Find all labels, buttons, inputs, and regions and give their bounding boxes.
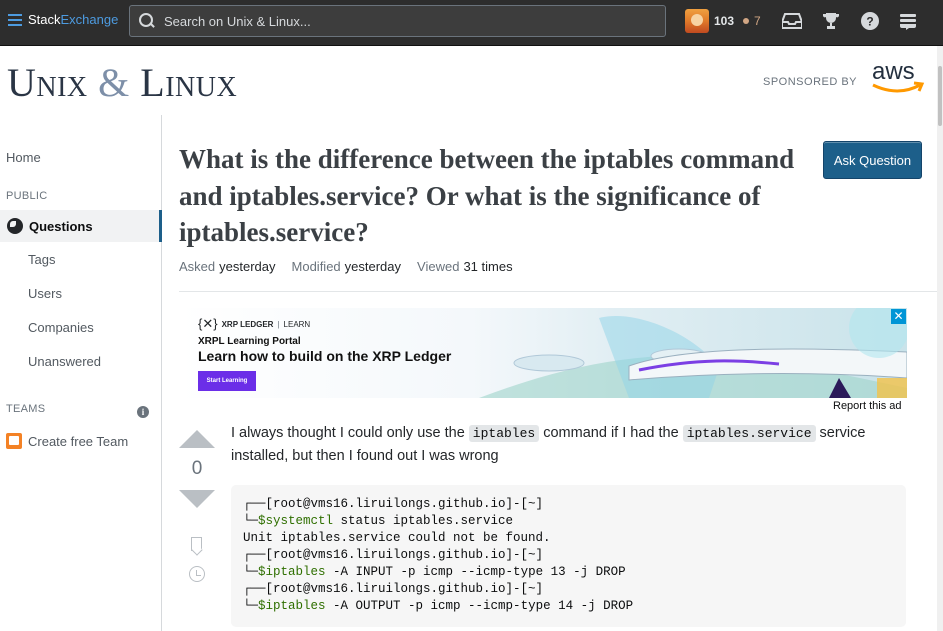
ad-start-learning-button[interactable]: Start Learning: [198, 371, 256, 391]
globe-icon: [7, 218, 23, 234]
page-scrollbar[interactable]: [937, 46, 943, 631]
site-logo[interactable]: Unix & Linux: [7, 59, 237, 106]
question-body: I always thought I could only use the ip…: [231, 422, 911, 468]
ad-brand: {✕} XRP LEDGER | LEARN: [198, 316, 311, 331]
avatar[interactable]: [685, 9, 709, 33]
help-icon[interactable]: ?: [859, 10, 881, 32]
logo-stack-text: Stack: [28, 12, 61, 27]
nav-users[interactable]: Users: [28, 286, 62, 301]
question-title[interactable]: What is the difference between the iptab…: [179, 141, 799, 251]
site-name-part1: Unix: [7, 60, 88, 105]
asked-label: Asked: [179, 259, 216, 274]
ad-brand-name: XRP LEDGER: [221, 319, 274, 329]
ad-illustration: [479, 308, 907, 398]
search-icon: [138, 12, 156, 30]
viewed-value: 31 times: [463, 259, 513, 274]
vote-cell: 0: [179, 430, 215, 508]
nav-unanswered[interactable]: Unanswered: [28, 354, 101, 369]
svg-text:?: ?: [866, 15, 873, 29]
code-line: Unit iptables.service could not be found…: [243, 531, 551, 545]
site-switcher-icon[interactable]: [897, 10, 919, 32]
site-header: Unix & Linux SPONSORED BY aws: [0, 47, 943, 115]
downvote-arrow-icon[interactable]: [179, 490, 215, 508]
history-icon[interactable]: [189, 566, 205, 582]
logo-exchange-text: Exchange: [60, 12, 119, 27]
code-line: ┌──[root@vms16.liruilongs.github.io]-[~]: [243, 548, 544, 562]
nav-companies[interactable]: Companies: [28, 320, 94, 335]
advertisement[interactable]: {✕} XRP LEDGER | LEARN XRPL Learning Por…: [179, 308, 907, 398]
nav-home[interactable]: Home: [6, 150, 41, 165]
nav-tags[interactable]: Tags: [28, 252, 55, 267]
info-icon[interactable]: i: [137, 406, 149, 418]
svg-text:aws: aws: [872, 58, 915, 85]
bronze-badge-icon: [743, 18, 750, 24]
body-text-2: command if I had the: [539, 425, 683, 441]
nav-teams-heading: TEAMS: [6, 403, 46, 415]
code-line: ┌──[root@vms16.liruilongs.github.io]-[~]: [243, 582, 544, 596]
ask-question-button[interactable]: Ask Question: [823, 141, 922, 179]
create-team-label: Create free Team: [28, 433, 129, 449]
code-block: ┌──[root@vms16.liruilongs.github.io]-[~]…: [231, 485, 906, 627]
code-line: ┌──[root@vms16.liruilongs.github.io]-[~]: [243, 497, 544, 511]
top-bar: StackExchange 103 7 ?: [0, 0, 943, 46]
asked-value[interactable]: yesterday: [219, 259, 275, 274]
nav-questions[interactable]: Questions: [0, 210, 162, 242]
vote-score: 0: [191, 458, 203, 479]
site-name-part2: Linux: [140, 60, 238, 105]
divider: [179, 291, 937, 292]
inline-code-iptables-service: iptables.service: [682, 425, 816, 442]
modified-label: Modified: [291, 259, 341, 274]
nav-questions-label: Questions: [29, 218, 93, 234]
scrollbar-thumb[interactable]: [938, 66, 942, 126]
stackexchange-logo[interactable]: StackExchange: [8, 12, 118, 27]
search-input[interactable]: [164, 13, 644, 29]
bookmark-icon[interactable]: [191, 537, 202, 551]
site-name-amp: &: [98, 60, 130, 105]
hamburger-icon: [8, 13, 22, 26]
user-profile[interactable]: 103 7: [685, 9, 761, 33]
left-sidebar: Home PUBLIC Questions Tags Users Compani…: [0, 115, 162, 631]
reputation-count: 103: [714, 14, 735, 28]
ad-subtitle: XRPL Learning Portal: [198, 336, 301, 347]
achievements-icon[interactable]: [820, 10, 842, 32]
search-box[interactable]: [129, 5, 666, 37]
question-meta: Asked yesterday Modified yesterday Viewed 3…: [179, 259, 513, 274]
ad-headline: Learn how to build on the XRP Ledger: [198, 348, 452, 364]
report-ad-link[interactable]: Report this ad: [833, 400, 901, 412]
nav-public-heading: PUBLIC: [6, 190, 48, 202]
create-team-link[interactable]: Create free Team: [6, 433, 128, 449]
upvote-arrow-icon[interactable]: [179, 430, 215, 448]
ad-close-icon[interactable]: ✕: [891, 309, 906, 324]
aws-logo[interactable]: aws: [870, 57, 926, 97]
main-content: What is the difference between the iptab…: [163, 115, 943, 631]
viewed-label: Viewed: [417, 259, 460, 274]
body-text-1: I always thought I could only use the: [231, 425, 469, 441]
code-line: └─$systemctl status iptables.service: [243, 514, 514, 528]
inline-code-iptables: iptables: [468, 425, 540, 442]
briefcase-icon: [6, 433, 22, 449]
code-line: └─$iptables -A INPUT -p icmp --icmp-type…: [243, 565, 626, 579]
bronze-badge-count: 7: [754, 14, 761, 28]
code-line: └─$iptables -A OUTPUT -p icmp --icmp-typ…: [243, 599, 634, 613]
ad-brand-tag: LEARN: [283, 319, 311, 329]
xrp-logo-icon: {✕}: [198, 316, 218, 331]
modified-value[interactable]: yesterday: [345, 259, 401, 274]
sponsored-by-label: SPONSORED BY: [763, 76, 858, 88]
inbox-icon[interactable]: [781, 10, 803, 32]
